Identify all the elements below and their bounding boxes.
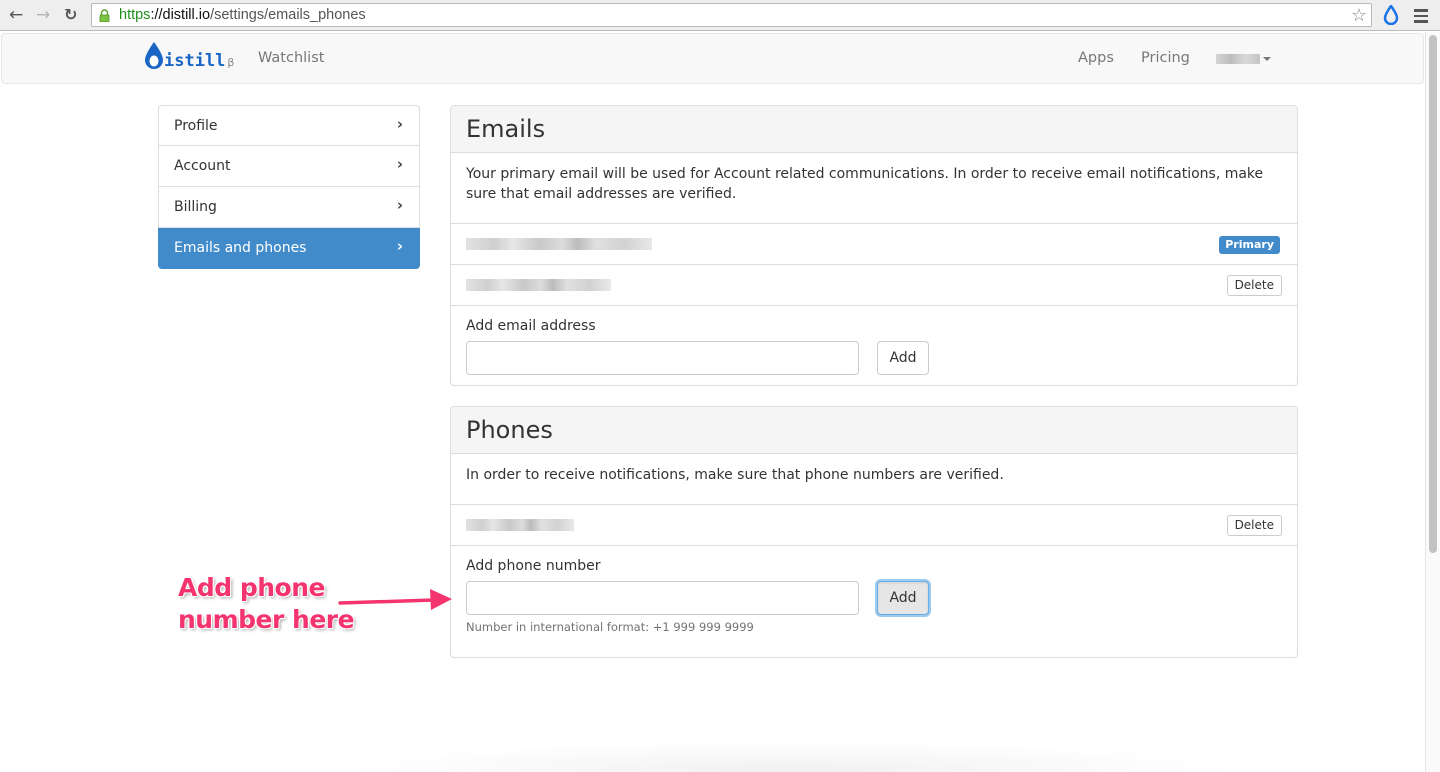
chevron-right-icon: › (396, 155, 403, 173)
phone-row: Delete (451, 505, 1297, 546)
sidebar-item-account[interactable]: Account › (158, 146, 420, 187)
email-row: Primary (451, 224, 1297, 265)
annotation-line-2: number here (178, 605, 355, 634)
nav-watchlist[interactable]: Watchlist (258, 50, 324, 66)
delete-email-button[interactable]: Delete (1226, 275, 1282, 296)
add-phone-input[interactable] (466, 581, 859, 615)
sidebar-item-profile[interactable]: Profile › (158, 105, 420, 146)
email-value-blurred (466, 238, 652, 250)
brand-logo[interactable]: istill β (143, 39, 234, 71)
add-phone-label: Add phone number (466, 558, 601, 574)
scrollbar-thumb[interactable] (1429, 35, 1437, 553)
annotation-arrow-icon (338, 589, 452, 610)
user-menu[interactable] (1216, 54, 1271, 64)
brand-beta: β (227, 56, 235, 69)
sidebar-item-label: Account (174, 158, 231, 174)
add-email-button[interactable]: Add (877, 341, 929, 375)
chevron-right-icon: › (396, 237, 403, 255)
settings-sidebar: Profile › Account › Billing › Emails and… (158, 105, 420, 269)
nav-pricing[interactable]: Pricing (1141, 50, 1190, 66)
sidebar-item-billing[interactable]: Billing › (158, 187, 420, 228)
sidebar-item-label: Profile (174, 118, 218, 134)
distill-drop-icon (145, 42, 163, 69)
sidebar-item-emails-and-phones[interactable]: Emails and phones › (158, 228, 420, 269)
sidebar-item-label: Billing (174, 199, 217, 215)
chevron-right-icon: › (396, 115, 403, 133)
phones-description: In order to receive notifications, make … (451, 454, 1297, 505)
forward-arrow-icon[interactable]: → (36, 6, 50, 24)
phone-value-blurred (466, 519, 574, 531)
add-email-section: Add email address Add (451, 306, 1297, 375)
bookmark-star-icon[interactable]: ☆ (1351, 5, 1367, 26)
browser-toolbar: ← → ↻ https://distill.io/settings/emails… (0, 0, 1440, 31)
brand-text: istill (164, 51, 226, 71)
primary-badge: Primary (1219, 236, 1280, 254)
url-text: https://distill.io/settings/emails_phone… (119, 7, 366, 23)
phones-panel-title: Phones (451, 407, 1297, 454)
add-email-label: Add email address (466, 318, 596, 334)
back-arrow-icon[interactable]: ← (9, 6, 23, 24)
user-name-blurred (1216, 54, 1260, 64)
phone-format-help: Number in international format: +1 999 9… (466, 620, 754, 634)
add-email-input[interactable] (466, 341, 859, 375)
annotation-line-1: Add phone (178, 573, 325, 602)
page-scrollbar[interactable] (1425, 32, 1440, 772)
chevron-right-icon: › (396, 196, 403, 214)
lock-icon (99, 9, 110, 22)
distill-extension-icon[interactable] (1383, 5, 1399, 25)
emails-panel: Emails Your primary email will be used f… (450, 105, 1298, 386)
emails-description: Your primary email will be used for Acco… (451, 153, 1297, 224)
reload-icon[interactable]: ↻ (64, 6, 77, 24)
page-bottom-shadow (340, 740, 1240, 772)
site-navbar: istill β Watchlist Apps Pricing (1, 33, 1424, 84)
add-phone-button[interactable]: Add (877, 581, 929, 615)
emails-panel-title: Emails (451, 106, 1297, 153)
email-value-blurred (466, 279, 611, 291)
phones-panel: Phones In order to receive notifications… (450, 406, 1298, 658)
annotation-text: Add phone number here (178, 572, 355, 636)
chrome-menu-icon[interactable] (1414, 9, 1428, 26)
email-row: Delete (451, 265, 1297, 306)
nav-apps[interactable]: Apps (1078, 50, 1114, 66)
caret-down-icon (1263, 57, 1271, 61)
address-bar[interactable]: https://distill.io/settings/emails_phone… (91, 3, 1372, 27)
add-phone-section: Add phone number Add Number in internati… (451, 546, 1297, 634)
delete-phone-button[interactable]: Delete (1226, 515, 1282, 536)
sidebar-item-label: Emails and phones (174, 240, 307, 256)
